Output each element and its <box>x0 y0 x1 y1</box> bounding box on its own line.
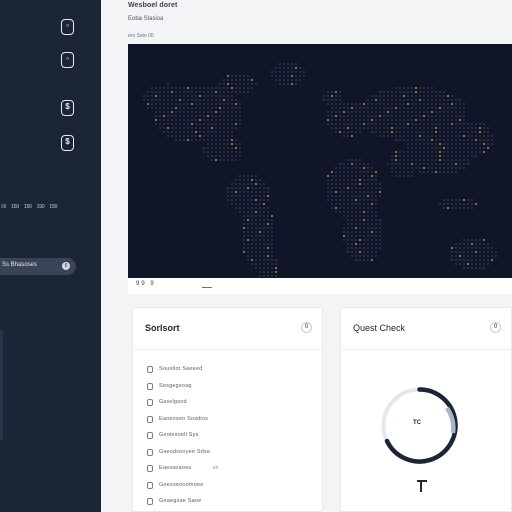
list-item-label: Soustlot Saeeed <box>159 366 203 372</box>
panel-badge[interactable]: 0 <box>301 322 312 333</box>
list-panel: Sorlsort 0 Soustlot Saeeed Sesgegsoag Gs… <box>132 307 323 512</box>
item-icon <box>147 366 153 373</box>
sidebar-stat: 150 <box>11 204 19 210</box>
panel-title: Quest Check <box>353 323 406 333</box>
list-item[interactable]: Eaoeoseo Sosdios <box>147 415 317 432</box>
list-item[interactable]: Sesgegsoag <box>147 382 317 399</box>
list-item-label: Gseodsooyee Sdse <box>159 448 211 455</box>
map-footer: 99 9 <box>128 278 512 294</box>
panel-title: Sorlsort <box>145 323 180 333</box>
page-subtitle: Eoba Slasioa <box>128 16 164 22</box>
map-footer-indicator <box>202 282 212 288</box>
sidebar-item-badge: 6 <box>62 262 70 270</box>
pin-icon <box>417 480 428 492</box>
sidebar-scrollbar[interactable] <box>0 330 3 440</box>
list-item-label: Sesgegsoag <box>159 382 192 389</box>
item-icon <box>147 448 153 456</box>
page-meta: ero Ssto 00 <box>128 33 154 39</box>
sidebar-stat: 98 <box>1 204 7 210</box>
quest-check-panel: Quest Check 0 TC <box>340 307 512 512</box>
panel-badge[interactable]: 0 <box>490 322 501 333</box>
item-list: Soustlot Saeeed Sesgegsoag Gsselgsod Eao… <box>147 365 317 512</box>
list-item-label: Geesseooomoee <box>159 481 204 488</box>
item-icon <box>147 498 153 505</box>
list-item[interactable]: Eaesseaoes en <box>147 464 317 481</box>
item-icon <box>147 481 153 489</box>
list-item-extra: en <box>213 465 219 471</box>
list-item-label: Eaesseaoes <box>159 465 192 471</box>
lock-icon[interactable]: ▫ <box>61 19 74 35</box>
dollar-icon[interactable]: $ <box>61 135 74 151</box>
list-item[interactable]: Geesseooomoee <box>147 481 317 498</box>
world-map-dots <box>143 63 497 285</box>
app-root: ▫ ▫ $ $ 98 150 150 190 150 Ss Bhasoses 6… <box>0 0 512 512</box>
sidebar-item-label: Ss Bhasoses <box>2 262 38 268</box>
list-item[interactable]: Gseodsooyee Sdse <box>147 448 317 465</box>
world-map[interactable] <box>128 44 512 294</box>
panel-header: Sorlsort 0 <box>133 308 322 350</box>
list-item[interactable]: Geolesoell Sys <box>147 431 317 448</box>
sidebar-stats: 98 150 150 190 150 <box>0 204 101 210</box>
sidebar-item-active[interactable]: Ss Bhasoses 6 <box>0 258 76 275</box>
map-footer-label: 99 9 <box>136 281 156 287</box>
panel-header: Quest Check 0 <box>341 308 511 350</box>
sidebar-stat: 150 <box>49 204 58 210</box>
list-item-label: Eaoeoseo Sosdios <box>159 415 209 422</box>
item-icon <box>147 432 153 439</box>
sidebar-stat: 190 <box>36 204 45 210</box>
item-icon <box>147 399 153 406</box>
sidebar-stat: 150 <box>23 204 32 210</box>
list-item[interactable]: Gsselgsod <box>147 398 317 415</box>
list-item-label: Geolesoell Sys <box>159 432 199 438</box>
list-item[interactable]: Soustlot Saeeed <box>147 365 317 382</box>
item-icon <box>147 465 153 472</box>
list-item[interactable]: Geaegsae Saoe <box>147 497 317 512</box>
list-item-label: Gsselgsod <box>159 399 187 405</box>
item-icon <box>147 415 153 423</box>
sidebar: ▫ ▫ $ $ 98 150 150 190 150 Ss Bhasoses 6 <box>0 0 101 512</box>
clipboard-icon[interactable]: ▫ <box>61 52 74 68</box>
dollar-icon[interactable]: $ <box>61 100 74 116</box>
item-icon <box>147 382 153 390</box>
gauge-label: TC <box>413 420 421 426</box>
page-title: Wesboel doret <box>128 2 178 9</box>
list-item-label: Geaegsae Saoe <box>159 498 202 504</box>
